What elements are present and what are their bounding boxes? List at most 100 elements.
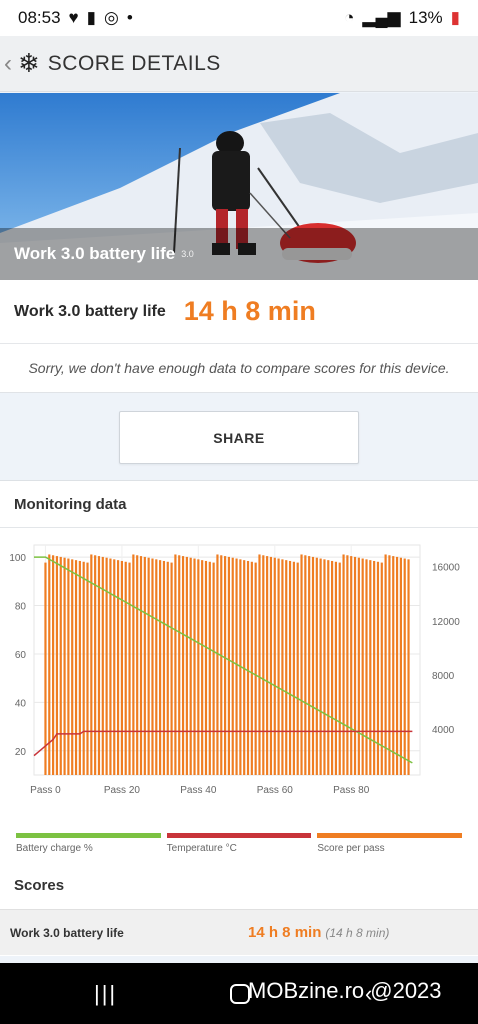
hero-caption: Work 3.0 battery life 3.0 — [0, 228, 478, 280]
score-bar — [334, 561, 338, 775]
score-bar — [86, 562, 89, 775]
battery-icon: ▮ — [450, 8, 460, 27]
score-bar — [296, 562, 299, 775]
chart-svg: 20 40 60 80 100 4000 8000 12000 16000 Pass 0 Pass … — [9, 544, 460, 796]
hero-banner: Work 3.0 battery life 3.0 — [0, 93, 478, 280]
scores-row-sub: (14 h 8 min) — [325, 925, 390, 940]
score-bar — [193, 558, 196, 775]
score-bar — [357, 557, 360, 775]
share-button[interactable]: SHARE — [119, 411, 359, 464]
score-bar — [63, 557, 66, 775]
battery-percent: 13% — [408, 8, 443, 27]
score-bar — [350, 556, 353, 775]
score-bar — [128, 562, 131, 775]
scores-row-label: Work 3.0 battery life — [10, 925, 124, 940]
y-right-tick-label: 4000 — [432, 725, 455, 736]
score-bar — [59, 556, 62, 775]
legend-battery-swatch — [16, 833, 161, 838]
score-bar — [269, 556, 273, 775]
hero-caption-text: Work 3.0 battery life — [14, 244, 176, 263]
score-bar — [139, 556, 143, 775]
score-summary: Work 3.0 battery life 14 h 8 min — [0, 280, 478, 344]
legend-score-label: Score per pass — [317, 843, 385, 854]
status-left: 08:53 ♥ ▮ ◎ • — [18, 8, 133, 28]
x-tick-label: Pass 0 — [30, 785, 61, 796]
score-bar — [120, 560, 123, 775]
score-bar — [109, 558, 112, 775]
x-tick-label: Pass 60 — [257, 785, 294, 796]
status-bar: 08:53 ♥ ▮ ◎ • ◔ ▂▄▆ 13% ▮ — [0, 0, 478, 36]
score-bar — [201, 560, 204, 775]
score-bar — [246, 560, 250, 775]
score-bar — [44, 562, 47, 775]
home-icon[interactable] — [230, 983, 250, 1004]
x-tick-label: Pass 20 — [104, 785, 141, 796]
score-bar — [369, 560, 372, 775]
sync-icon: ◎ — [104, 8, 119, 27]
score-label: Work 3.0 battery life — [14, 302, 166, 320]
score-bar — [323, 559, 326, 775]
score-bar — [216, 554, 219, 775]
score-bar — [174, 554, 177, 775]
score-bar — [212, 562, 215, 775]
score-bar — [277, 558, 280, 775]
y-right-tick-label: 16000 — [432, 563, 460, 574]
score-bar — [162, 560, 166, 775]
score-bar — [55, 556, 59, 775]
back-icon[interactable]: ‹ — [4, 50, 18, 78]
score-bar — [231, 557, 234, 775]
score-bar — [384, 554, 387, 775]
score-bar — [399, 557, 402, 775]
score-bar — [82, 561, 85, 775]
monitoring-chart: 20 40 60 80 100 4000 8000 12000 16000 Pass 0 Pass … — [0, 535, 478, 805]
score-bar — [124, 561, 127, 775]
score-bar — [204, 560, 208, 775]
score-bar — [52, 555, 55, 775]
score-bar — [258, 554, 261, 775]
y-right-tick-label: 8000 — [432, 671, 455, 682]
legend-battery-label: Battery charge % — [16, 843, 93, 854]
score-bar — [353, 556, 357, 775]
x-tick-label: Pass 80 — [333, 785, 370, 796]
monitoring-title: Monitoring data — [0, 481, 478, 528]
score-bar — [380, 562, 383, 775]
score-bar — [319, 558, 322, 775]
y-left-tick-label: 60 — [15, 650, 27, 661]
score-bar — [388, 555, 391, 775]
score-bar — [155, 559, 158, 775]
score-bar — [250, 561, 253, 775]
score-bar — [403, 558, 406, 775]
score-bar — [67, 558, 70, 775]
score-bar — [308, 556, 311, 775]
score-bar — [338, 562, 341, 775]
dot-icon: • — [126, 8, 133, 27]
score-bar — [254, 562, 257, 775]
status-right: ◔ ▂▄▆ 13% ▮ — [344, 8, 460, 28]
score-bar — [197, 559, 200, 775]
score-bar — [178, 555, 181, 775]
monitoring-card: Monitoring data 20 40 60 80 100 4000 8000 12000… — [0, 480, 478, 956]
score-bar — [346, 555, 349, 775]
score-bar — [288, 560, 292, 775]
score-bar — [285, 560, 288, 775]
score-bar — [365, 559, 368, 775]
score-bar — [292, 561, 295, 775]
score-bar — [342, 554, 345, 775]
score-bar — [147, 557, 150, 775]
legend-temperature-swatch — [166, 833, 312, 838]
score-bar — [373, 560, 376, 775]
score-bar — [266, 556, 269, 775]
recent-apps-icon[interactable]: ||| — [94, 981, 117, 1007]
score-bar — [281, 559, 284, 775]
signal-icon: ▂▄▆ — [362, 8, 401, 27]
y-right-tick-label: 12000 — [432, 617, 460, 628]
score-bar — [170, 562, 173, 775]
score-bar — [227, 556, 231, 775]
score-bar — [311, 556, 315, 775]
score-bar — [327, 560, 330, 775]
scores-row-value: 14 h 8 min — [248, 924, 322, 941]
wifi-icon: ◔ — [344, 8, 355, 27]
score-bar — [331, 560, 334, 775]
x-tick-label: Pass 40 — [180, 785, 217, 796]
score-bar — [361, 558, 364, 775]
